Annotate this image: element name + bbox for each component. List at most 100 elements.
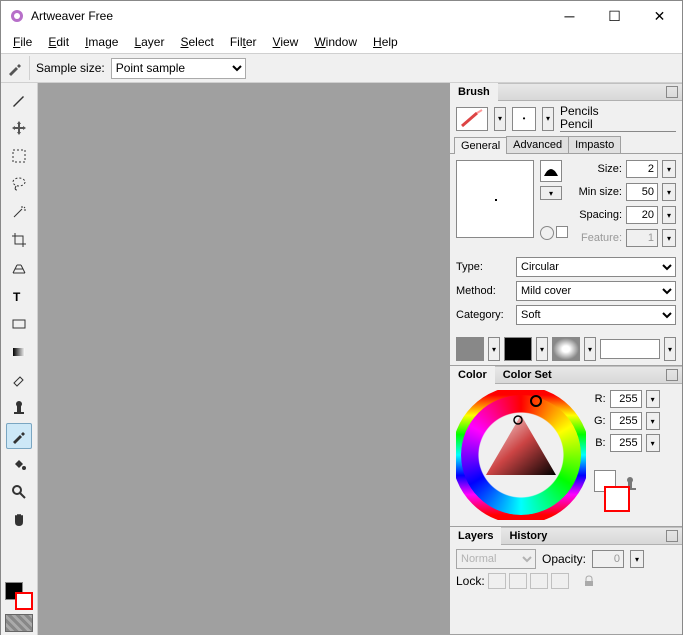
brush-variant-name: Pencil bbox=[560, 118, 676, 131]
texture-3[interactable] bbox=[552, 337, 580, 361]
texture-4-dd[interactable]: ▾ bbox=[664, 337, 676, 361]
brush-tip-dropdown[interactable]: ▾ bbox=[542, 107, 554, 131]
method-select[interactable]: Mild cover bbox=[516, 281, 676, 301]
menu-filter[interactable]: Filter bbox=[224, 33, 263, 51]
r-input[interactable] bbox=[610, 390, 642, 408]
r-dd[interactable]: ▾ bbox=[646, 390, 660, 408]
layers-tab[interactable]: Layers bbox=[450, 527, 501, 545]
panel-menu-icon[interactable] bbox=[666, 86, 678, 98]
opacity-dd: ▾ bbox=[630, 550, 644, 568]
brush-tab-general[interactable]: General bbox=[454, 137, 507, 154]
foreground-color-swatch[interactable] bbox=[15, 592, 33, 610]
fill-tool[interactable] bbox=[6, 451, 32, 477]
feature-label: Feature: bbox=[581, 232, 622, 244]
text-tool[interactable]: T bbox=[6, 283, 32, 309]
spacing-dropdown[interactable]: ▾ bbox=[662, 206, 676, 224]
layers-panel: Layers History Normal Opacity: ▾ Lock: bbox=[450, 527, 682, 635]
brush-tab-advanced[interactable]: Advanced bbox=[506, 136, 569, 153]
eraser-tool[interactable] bbox=[6, 367, 32, 393]
spacing-label: Spacing: bbox=[579, 209, 622, 221]
perspective-tool[interactable] bbox=[6, 255, 32, 281]
b-input[interactable] bbox=[610, 434, 642, 452]
gradient-tool[interactable] bbox=[6, 339, 32, 365]
texture-2-dd[interactable]: ▾ bbox=[536, 337, 548, 361]
g-label: G: bbox=[594, 415, 606, 427]
category-label: Category: bbox=[456, 309, 516, 321]
rect-select-tool[interactable] bbox=[6, 143, 32, 169]
close-button[interactable]: ✕ bbox=[637, 1, 682, 31]
b-label: B: bbox=[595, 437, 605, 449]
size-label: Size: bbox=[598, 163, 622, 175]
eyedropper-tool[interactable] bbox=[6, 423, 32, 449]
spacing-input[interactable] bbox=[626, 206, 658, 224]
menu-bar: File Edit Image Layer Select Filter View… bbox=[1, 31, 682, 53]
pattern-swatch[interactable] bbox=[5, 614, 33, 632]
move-tool[interactable] bbox=[6, 115, 32, 141]
window-title: Artweaver Free bbox=[31, 9, 547, 23]
menu-layer[interactable]: Layer bbox=[128, 33, 170, 51]
color-wheel[interactable] bbox=[456, 390, 586, 520]
brush-panel-tab[interactable]: Brush bbox=[450, 83, 498, 101]
type-select[interactable]: Circular bbox=[516, 257, 676, 277]
lock-pixels bbox=[488, 573, 506, 589]
wand-tool[interactable] bbox=[6, 199, 32, 225]
texture-3-dd[interactable]: ▾ bbox=[584, 337, 596, 361]
texture-2[interactable] bbox=[504, 337, 532, 361]
minsize-dropdown[interactable]: ▾ bbox=[662, 183, 676, 201]
b-dd[interactable]: ▾ bbox=[646, 434, 660, 452]
brush-preview[interactable] bbox=[456, 107, 488, 131]
texture-1[interactable] bbox=[456, 337, 484, 361]
brush-tip-preview[interactable]: • bbox=[512, 107, 536, 131]
color-swatch-fg[interactable] bbox=[604, 486, 630, 512]
minsize-label: Min size: bbox=[579, 186, 622, 198]
brush-preset-dropdown[interactable]: ▾ bbox=[494, 107, 506, 131]
maximize-button[interactable]: ☐ bbox=[592, 1, 637, 31]
minimize-button[interactable]: ─ bbox=[547, 1, 592, 31]
brush-shape-dropdown[interactable]: ▾ bbox=[540, 186, 562, 200]
menu-help[interactable]: Help bbox=[367, 33, 404, 51]
options-bar: Sample size: Point sample bbox=[1, 53, 682, 83]
size-input[interactable] bbox=[626, 160, 658, 178]
sample-size-select[interactable]: Point sample bbox=[111, 58, 246, 79]
hand-tool[interactable] bbox=[6, 507, 32, 533]
lock-all bbox=[551, 573, 569, 589]
category-select[interactable]: Soft bbox=[516, 305, 676, 325]
layers-panel-menu-icon[interactable] bbox=[666, 530, 678, 542]
menu-window[interactable]: Window bbox=[308, 33, 363, 51]
brush-tip-large-preview[interactable] bbox=[456, 160, 534, 238]
menu-select[interactable]: Select bbox=[174, 33, 219, 51]
eyedropper-icon bbox=[7, 60, 23, 76]
texture-4[interactable] bbox=[600, 339, 660, 359]
menu-file[interactable]: File bbox=[7, 33, 38, 51]
shape-tool[interactable] bbox=[6, 311, 32, 337]
minsize-input[interactable] bbox=[626, 183, 658, 201]
crop-tool[interactable] bbox=[6, 227, 32, 253]
colorset-tab[interactable]: Color Set bbox=[495, 366, 560, 384]
menu-edit[interactable]: Edit bbox=[42, 33, 75, 51]
menu-image[interactable]: Image bbox=[79, 33, 124, 51]
stamp-tool[interactable] bbox=[6, 395, 32, 421]
lock-icon bbox=[583, 575, 595, 587]
lock-position bbox=[509, 573, 527, 589]
blend-mode-select: Normal bbox=[456, 549, 536, 569]
canvas-area[interactable] bbox=[38, 83, 450, 635]
lasso-tool[interactable] bbox=[6, 171, 32, 197]
color-tab[interactable]: Color bbox=[450, 366, 495, 384]
spacing-checkbox[interactable] bbox=[556, 226, 568, 238]
brush-panel: Brush ▾ • ▾ Pencils Pencil General Advan… bbox=[450, 83, 682, 366]
lock-transparency bbox=[530, 573, 548, 589]
opacity-label: Opacity: bbox=[542, 552, 586, 566]
feature-dropdown: ▾ bbox=[662, 229, 676, 247]
g-input[interactable] bbox=[610, 412, 642, 430]
brush-tab-impasto[interactable]: Impasto bbox=[568, 136, 621, 153]
color-swatches[interactable] bbox=[5, 582, 33, 610]
history-tab[interactable]: History bbox=[501, 527, 555, 545]
brush-shape-preview[interactable] bbox=[540, 160, 562, 182]
size-dropdown[interactable]: ▾ bbox=[662, 160, 676, 178]
zoom-tool[interactable] bbox=[6, 479, 32, 505]
texture-1-dd[interactable]: ▾ bbox=[488, 337, 500, 361]
menu-view[interactable]: View bbox=[267, 33, 305, 51]
g-dd[interactable]: ▾ bbox=[646, 412, 660, 430]
brush-tool[interactable] bbox=[6, 87, 32, 113]
color-panel-menu-icon[interactable] bbox=[666, 369, 678, 381]
